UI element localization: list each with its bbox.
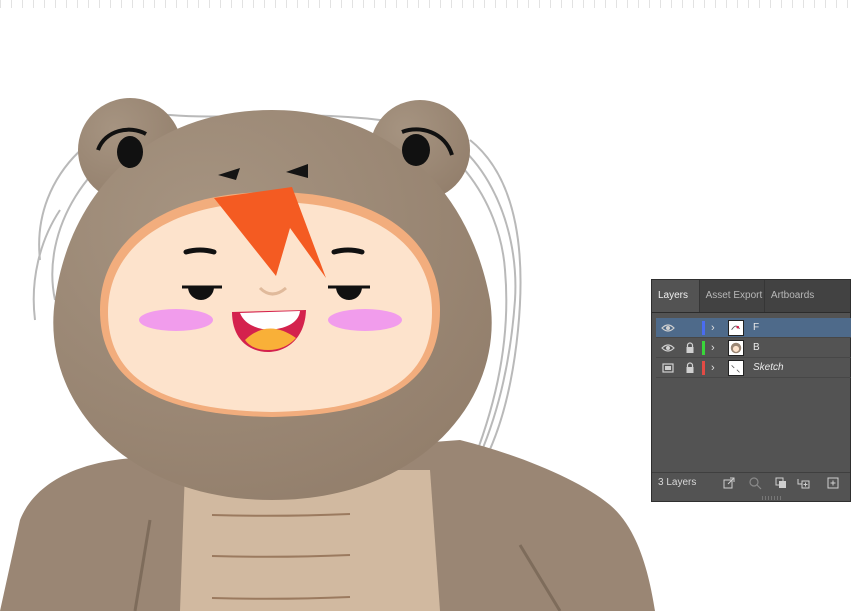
chevron-right-icon[interactable]: › [711,341,721,355]
layer-list: › F › B › Sketch [656,318,851,378]
tab-artboards[interactable]: Artboards [765,280,850,312]
export-icon[interactable] [722,476,736,490]
new-sublayer-icon[interactable] [796,476,810,490]
template-icon[interactable] [661,363,675,373]
eye-icon[interactable] [661,343,675,353]
panel-tab-bar: Layers Asset Export Artboards [652,280,850,313]
lock-icon[interactable] [685,342,695,354]
layer-thumbnail [728,340,744,356]
layer-row-sketch[interactable]: › Sketch [656,358,851,378]
layer-name[interactable]: F [753,318,759,338]
tab-asset-export[interactable]: Asset Export [700,280,765,312]
layer-thumbnail [728,320,744,336]
lock-icon[interactable] [685,362,695,374]
eye-icon[interactable] [661,323,675,333]
layer-color-swatch [702,361,705,375]
panel-footer: 3 Layers [652,472,850,493]
top-ruler [0,0,851,8]
search-icon[interactable] [748,476,762,490]
layer-row-b[interactable]: › B [656,338,851,358]
layer-color-swatch [702,341,705,355]
clipping-mask-icon[interactable] [774,476,788,490]
chevron-right-icon[interactable]: › [711,321,721,335]
layer-count: 3 Layers [658,477,697,488]
tab-layers[interactable]: Layers [652,280,700,312]
chevron-right-icon[interactable]: › [711,361,721,375]
layer-name[interactable]: Sketch [753,358,784,378]
character-head [53,98,492,500]
layer-thumbnail [728,360,744,376]
new-layer-icon[interactable] [826,476,840,490]
layers-panel[interactable]: Layers Asset Export Artboards › F › B › … [651,279,851,502]
layer-name[interactable]: B [753,338,760,358]
layer-color-swatch [702,321,705,335]
layer-row-f[interactable]: › F [656,318,851,338]
panel-resize-grip[interactable] [762,496,782,500]
